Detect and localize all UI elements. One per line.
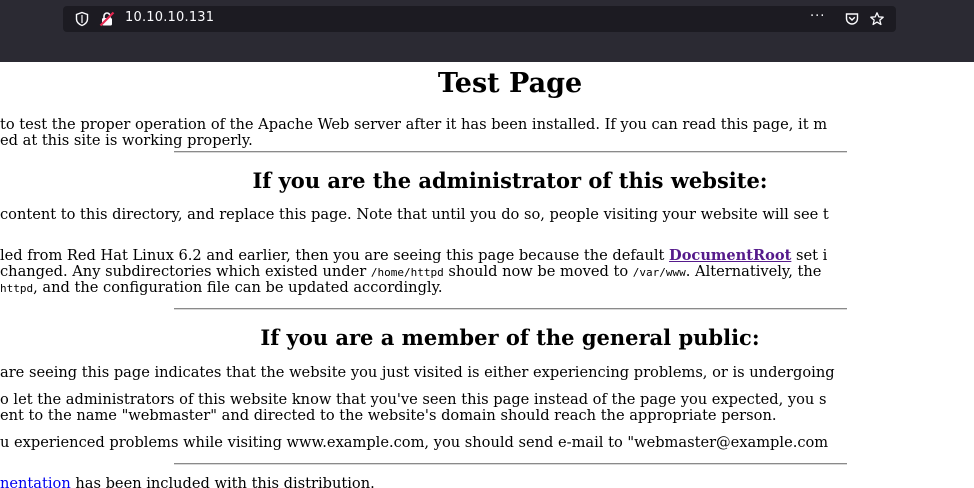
public-paragraph-2-line-1: o let the administrators of this website…: [0, 391, 827, 408]
code-home-httpd: /home/httpd: [370, 266, 444, 279]
code-httpd: httpd: [0, 282, 34, 295]
public-paragraph-3: u experienced problems while visiting ww…: [0, 434, 829, 451]
public-paragraph-1: are seeing this page indicates that the …: [0, 364, 835, 381]
page-content: Test Page to test the proper operation o…: [0, 62, 974, 488]
documentroot-link[interactable]: DocumentRoot: [669, 247, 791, 264]
documentation-text: has been included with this distribution…: [70, 475, 375, 488]
admin-text: . Alternatively, the: [685, 263, 822, 280]
bookmark-star-icon[interactable]: [869, 11, 885, 27]
page-title: Test Page: [437, 68, 583, 99]
admin-heading: If you are the administrator of this web…: [252, 168, 768, 193]
intro-line-2: ed at this site is working properly.: [0, 132, 253, 149]
public-paragraph-2-line-2: ent to the name "webmaster" and directed…: [0, 407, 777, 424]
admin-paragraph-1: content to this directory, and replace t…: [0, 206, 829, 223]
admin-paragraph-2-line-3: httpd, and the configuration file can be…: [0, 279, 443, 297]
admin-paragraph-2-line-1: led from Red Hat Linux 6.2 and earlier, …: [0, 247, 827, 264]
admin-text: changed. Any subdirectories which existe…: [0, 263, 371, 280]
browser-toolbar: 10.10.10.131 ···: [0, 0, 974, 62]
admin-text: should now be moved to: [443, 263, 633, 280]
insecure-lock-icon[interactable]: [99, 11, 115, 27]
admin-text: set i: [791, 247, 828, 264]
url-text[interactable]: 10.10.10.131: [125, 10, 214, 25]
page-actions-menu[interactable]: ···: [810, 9, 825, 24]
documentation-line: nentation has been included with this di…: [0, 475, 375, 488]
divider: [174, 308, 847, 310]
public-heading: If you are a member of the general publi…: [260, 325, 760, 350]
shield-icon[interactable]: [74, 11, 90, 27]
admin-text: led from Red Hat Linux 6.2 and earlier, …: [0, 247, 670, 264]
address-bar[interactable]: 10.10.10.131 ···: [63, 6, 896, 32]
pocket-icon[interactable]: [844, 11, 860, 27]
admin-text: , and the configuration file can be upda…: [33, 279, 443, 296]
intro-line-1: to test the proper operation of the Apac…: [0, 116, 828, 133]
documentation-link[interactable]: nentation: [0, 475, 71, 488]
code-var-www: /var/www: [632, 266, 686, 279]
divider: [174, 151, 847, 153]
divider: [174, 463, 847, 465]
